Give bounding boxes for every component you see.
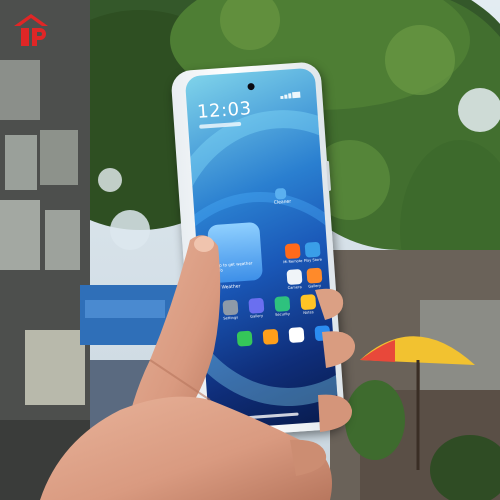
cleaner-icon[interactable] [274, 187, 287, 200]
store-logo-icon [14, 14, 48, 46]
phone-screen: 12:03 Tap to get weather info Weather Cl… [184, 67, 340, 430]
browser-icon[interactable] [288, 327, 305, 344]
app-icon[interactable] [314, 325, 331, 342]
front-camera [247, 82, 255, 91]
mi-icon[interactable] [284, 243, 301, 260]
weather-widget[interactable]: Tap to get weather info [207, 221, 264, 284]
lockscreen-clock: 12:03 [196, 98, 253, 123]
status-bar [279, 78, 305, 100]
messages-icon[interactable] [262, 328, 279, 345]
phone-icon[interactable] [236, 330, 253, 347]
security-icon[interactable] [274, 295, 291, 312]
settings-icon[interactable] [222, 299, 239, 316]
photos-icon[interactable] [248, 297, 265, 314]
gallery-icon[interactable] [306, 267, 323, 284]
play-store-icon[interactable] [304, 241, 321, 258]
smartphone: 12:03 Tap to get weather info Weather Cl… [170, 61, 346, 439]
photo-scene: 12:03 Tap to get weather info Weather Cl… [0, 0, 500, 500]
notes-icon[interactable] [300, 294, 317, 311]
camera-icon[interactable] [286, 269, 303, 286]
weather-widget-text: Tap to get weather info [214, 260, 253, 274]
